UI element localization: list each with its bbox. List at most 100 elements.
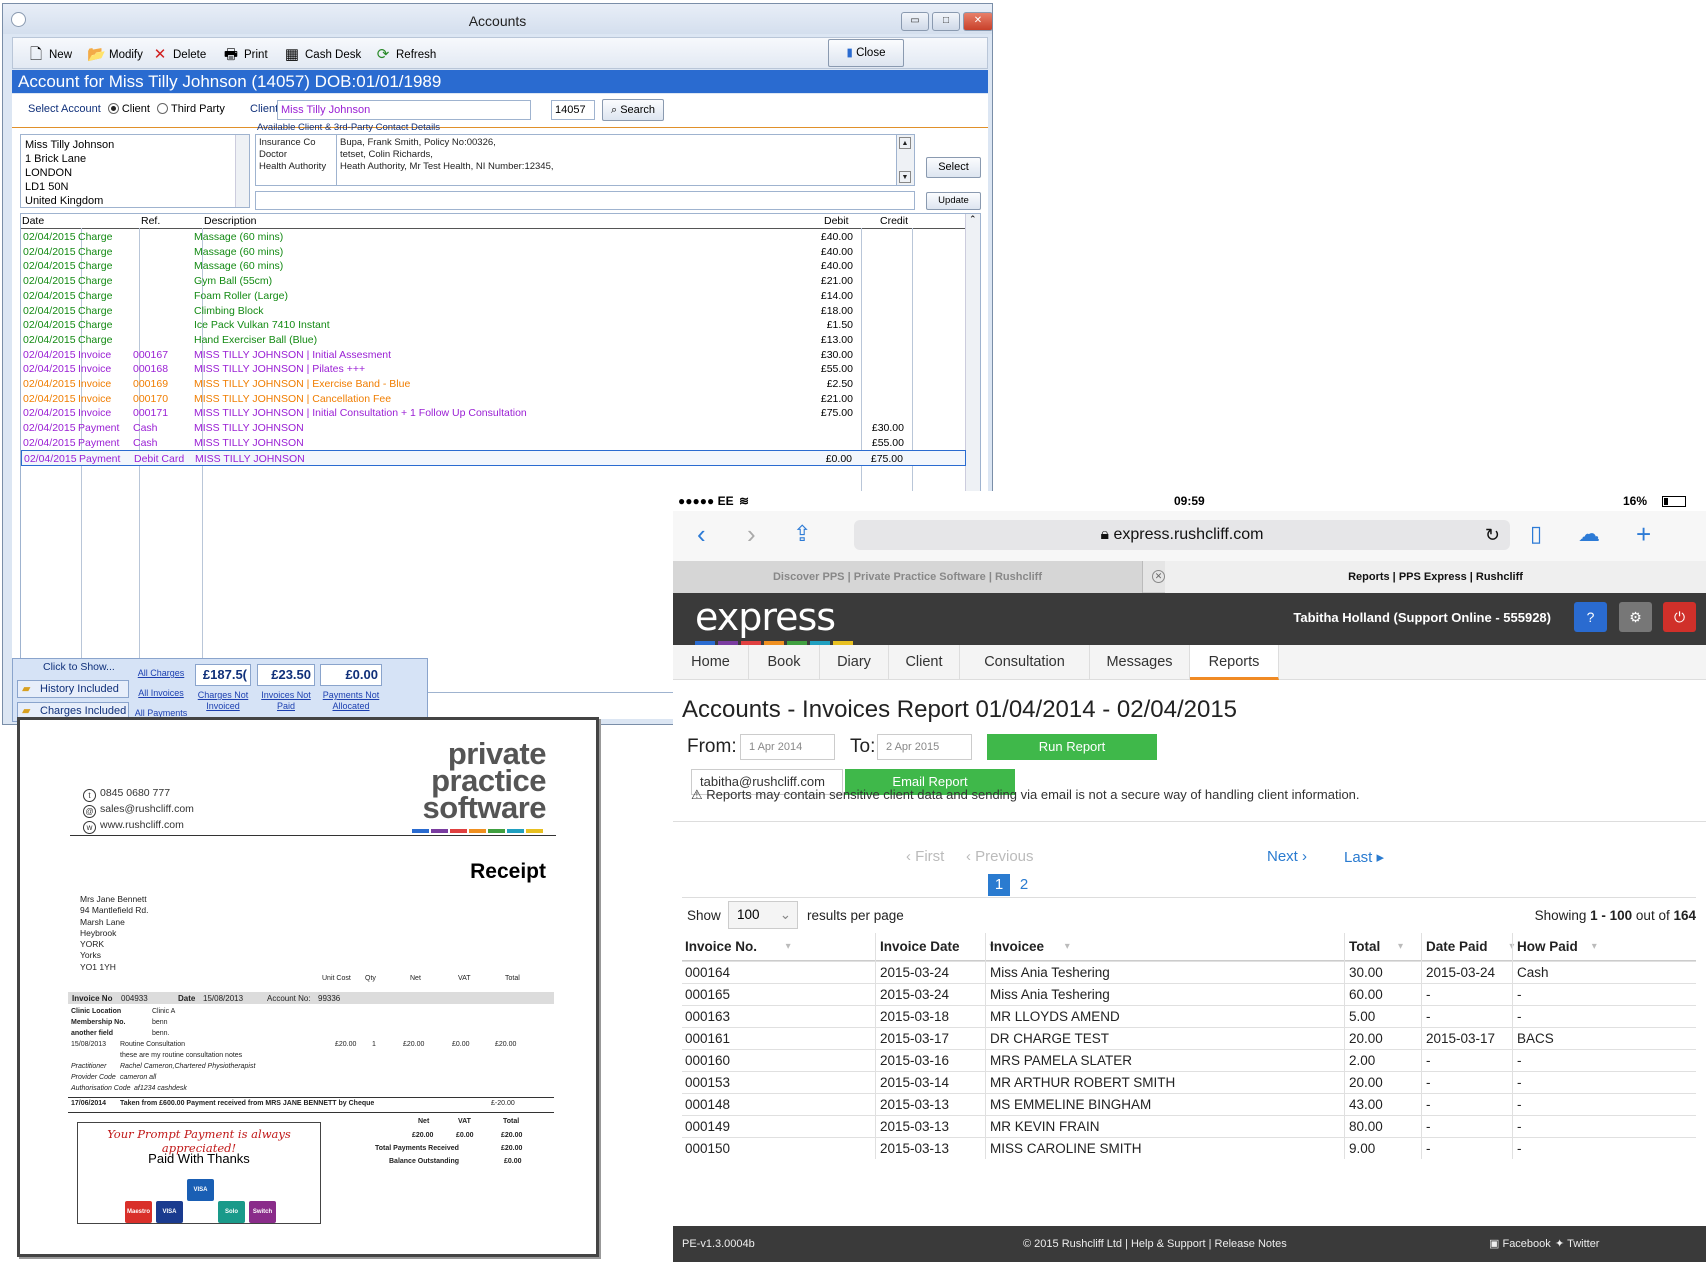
table-row[interactable]: 000161 2015-03-17 DR CHARGE TEST 20.00 2015-… bbox=[682, 1027, 1696, 1049]
charges-not-invoiced-link[interactable]: Charges Not Invoiced bbox=[195, 690, 251, 712]
address-bar[interactable]: 🔒︎ express.rushcliff.com ↻ bbox=[854, 520, 1510, 550]
help-icon[interactable]: ? bbox=[1574, 602, 1607, 632]
ledger-row[interactable]: 02/04/2015 Invoice 000169 MISS TILLY JOHNSO… bbox=[21, 376, 966, 392]
toolbar-new-button[interactable]: 🗋 New bbox=[27, 46, 72, 64]
tab-discover-pps[interactable]: Discover PPS | Private Practice Software… bbox=[673, 561, 1143, 593]
first-page-link[interactable]: ‹ First bbox=[906, 848, 944, 865]
table-row[interactable]: 000150 2015-03-13 MISS CAROLINE SMITH 9.00 -… bbox=[682, 1137, 1696, 1159]
col-date-paid[interactable]: Date Paid bbox=[1426, 933, 1488, 961]
close-button[interactable]: ▮ Close bbox=[828, 39, 904, 67]
col-debit[interactable]: Debit bbox=[824, 214, 849, 228]
reload-icon[interactable]: ↻ bbox=[1485, 520, 1500, 550]
ledger-row[interactable]: 02/04/2015 Invoice 000168 MISS TILLY JOHNSO… bbox=[21, 361, 966, 377]
per-page-select[interactable]: 100 ⌄ bbox=[728, 901, 798, 929]
ledger-row[interactable]: 02/04/2015 Charge Climbing Block £18.00 bbox=[21, 303, 966, 319]
facebook-link[interactable]: ▣ Facebook bbox=[1489, 1226, 1551, 1262]
table-row[interactable]: 000163 2015-03-18 MR LLOYDS AMEND 5.00 - - bbox=[682, 1005, 1696, 1027]
client-id-field[interactable]: 14057 bbox=[551, 100, 595, 120]
scroll-up-icon[interactable]: ⌃ bbox=[969, 214, 977, 225]
run-report-button[interactable]: Run Report bbox=[987, 734, 1157, 760]
update-button[interactable]: Update bbox=[926, 192, 981, 210]
footer-links[interactable]: © 2015 Rushcliff Ltd | Help & Support | … bbox=[1023, 1226, 1287, 1262]
all-invoices-link[interactable]: All Invoices bbox=[133, 688, 189, 699]
menu-client[interactable]: Client bbox=[889, 645, 960, 680]
menu-book[interactable]: Book bbox=[749, 645, 820, 680]
search-button[interactable]: ⌕ Search bbox=[602, 99, 664, 121]
client-radio[interactable] bbox=[107, 103, 119, 114]
page-1-button[interactable]: 1 bbox=[988, 874, 1010, 896]
forward-icon[interactable]: › bbox=[747, 519, 756, 549]
sort-icon[interactable]: ▾ bbox=[1065, 933, 1070, 961]
twitter-link[interactable]: ✦ Twitter bbox=[1555, 1226, 1599, 1262]
toolbar-refresh-button[interactable]: ⟳ Refresh bbox=[374, 46, 437, 64]
power-icon[interactable]: ⏻ bbox=[1663, 602, 1696, 632]
col-how-paid[interactable]: How Paid bbox=[1517, 933, 1578, 961]
table-row[interactable]: 000160 2015-03-16 MRS PAMELA SLATER 2.00 - - bbox=[682, 1049, 1696, 1071]
toolbar-delete-button[interactable]: ✕ Delete bbox=[151, 46, 207, 64]
next-page-link[interactable]: Next › bbox=[1267, 848, 1307, 865]
page-2-button[interactable]: 2 bbox=[1013, 874, 1035, 896]
close-window-button[interactable]: ✕ bbox=[963, 12, 992, 31]
ledger-row[interactable]: 02/04/2015 Charge Gym Ball (55cm) £21.00 bbox=[21, 273, 966, 289]
ledger-row[interactable]: 02/04/2015 Invoice 000167 MISS TILLY JOHNSO… bbox=[21, 347, 966, 363]
share-icon[interactable]: ⇪ bbox=[793, 519, 811, 549]
bookmarks-icon[interactable]: ▯ bbox=[1530, 519, 1542, 549]
last-page-link[interactable]: Last ▸ bbox=[1344, 848, 1384, 866]
col-invoicee[interactable]: Invoicee bbox=[990, 933, 1044, 961]
gear-icon[interactable]: ⚙ bbox=[1619, 602, 1652, 632]
ledger-row[interactable]: 02/04/2015 Charge Ice Pack Vulkan 7410 Ins… bbox=[21, 317, 966, 333]
contacts-scrollbar[interactable]: ▲ ▼ bbox=[896, 135, 914, 185]
col-ref[interactable]: Ref. bbox=[141, 214, 160, 228]
menu-messages[interactable]: Messages bbox=[1090, 645, 1190, 680]
col-total[interactable]: Total bbox=[1349, 933, 1380, 961]
sort-icon[interactable]: ▾ bbox=[786, 933, 791, 961]
ledger-row[interactable]: 02/04/2015 Charge Massage (60 mins) £40.00 bbox=[21, 244, 966, 260]
table-row[interactable]: 000148 2015-03-13 MS EMMELINE BINGHAM 43.00… bbox=[682, 1093, 1696, 1115]
all-charges-link[interactable]: All Charges bbox=[133, 668, 189, 679]
table-row[interactable]: 000149 2015-03-13 MR KEVIN FRAIN 80.00 - - bbox=[682, 1115, 1696, 1137]
ledger-row[interactable]: 02/04/2015 Payment Cash MISS TILLY JOHNSON £… bbox=[21, 420, 966, 436]
back-icon[interactable]: ‹ bbox=[697, 519, 706, 549]
maximize-button[interactable]: □ bbox=[932, 12, 960, 31]
scroll-down-icon[interactable]: ▼ bbox=[899, 171, 911, 183]
third-party-radio[interactable] bbox=[157, 103, 169, 114]
toolbar-print-button[interactable]: 🖶 Print bbox=[222, 46, 268, 64]
close-tab-icon[interactable]: ✕ bbox=[1152, 570, 1165, 583]
toolbar-modify-button[interactable]: 📂 Modify bbox=[87, 46, 143, 64]
contact-detail-field[interactable] bbox=[255, 191, 915, 210]
ledger-row[interactable]: 02/04/2015 Invoice 000170 MISS TILLY JOHNSO… bbox=[21, 391, 966, 407]
table-row[interactable]: 000153 2015-03-14 MR ARTHUR ROBERT SMITH 20… bbox=[682, 1071, 1696, 1093]
tab-reports[interactable]: Reports | PPS Express | Rushcliff bbox=[1165, 561, 1706, 593]
sort-icon[interactable]: ▾ bbox=[1592, 933, 1597, 961]
ledger-row[interactable]: 02/04/2015 Charge Hand Exerciser Ball (Blu… bbox=[21, 332, 966, 348]
to-date-field[interactable]: 2 Apr 2015 bbox=[877, 734, 972, 760]
select-button[interactable]: Select bbox=[926, 157, 981, 178]
col-date[interactable]: Date bbox=[22, 214, 44, 228]
new-tab-icon[interactable]: + bbox=[1636, 519, 1651, 549]
col-invoice-date[interactable]: Invoice Date bbox=[880, 933, 960, 961]
menu-home[interactable]: Home bbox=[673, 645, 749, 680]
col-description[interactable]: Description bbox=[204, 214, 257, 228]
menu-reports[interactable]: Reports bbox=[1190, 645, 1279, 680]
ledger-row[interactable]: 02/04/2015 Invoice 000171 MISS TILLY JOHNSO… bbox=[21, 405, 966, 421]
menu-diary[interactable]: Diary bbox=[820, 645, 889, 680]
ledger-row[interactable]: 02/04/2015 Charge Massage (60 mins) £40.00 bbox=[21, 258, 966, 274]
payments-not-allocated-link[interactable]: Payments Not Allocated bbox=[320, 690, 382, 712]
table-row[interactable]: 000165 2015-03-24 Miss Ania Teshering 60.00… bbox=[682, 983, 1696, 1005]
scroll-up-icon[interactable]: ▲ bbox=[899, 137, 911, 149]
ledger-row[interactable]: 02/04/2015 Payment Debit Card MISS TILLY JO… bbox=[21, 449, 966, 466]
previous-page-link[interactable]: ‹ Previous bbox=[966, 848, 1034, 865]
address-scrollbar[interactable] bbox=[235, 135, 249, 207]
ledger-row[interactable]: 02/04/2015 Charge Foam Roller (Large) £14.0… bbox=[21, 288, 966, 304]
ledger-row[interactable]: 02/04/2015 Payment Cash MISS TILLY JOHNSON £… bbox=[21, 435, 966, 451]
menu-consultation[interactable]: Consultation bbox=[960, 645, 1090, 680]
minimize-button[interactable]: ▭ bbox=[901, 12, 929, 31]
history-included-toggle[interactable]: ▰ History Included bbox=[17, 680, 129, 698]
client-name-field[interactable]: Miss Tilly Johnson bbox=[277, 100, 531, 120]
col-credit[interactable]: Credit bbox=[880, 214, 908, 228]
toolbar-cash-desk-button[interactable]: ▦ Cash Desk bbox=[283, 46, 361, 64]
ledger-row[interactable]: 02/04/2015 Charge Massage (60 mins) £40.00 bbox=[21, 229, 966, 245]
cloud-tabs-icon[interactable]: ☁ bbox=[1578, 519, 1600, 549]
sort-icon[interactable]: ▾ bbox=[1398, 933, 1403, 961]
from-date-field[interactable]: 1 Apr 2014 bbox=[740, 734, 835, 760]
